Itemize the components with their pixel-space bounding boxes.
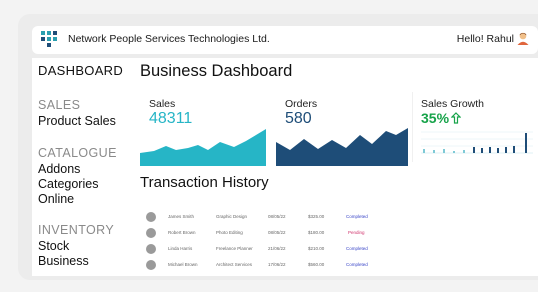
table-row[interactable]: Michael Brown Architect Services 17/06/2… xyxy=(146,258,382,274)
tx-amount: $180.00 xyxy=(308,230,325,235)
sidebar-title[interactable]: DASHBOARD xyxy=(38,63,123,78)
tx-status: Completed xyxy=(346,262,368,267)
table-row[interactable]: Linda Harris Freelance Planner 21/06/22 … xyxy=(146,242,382,258)
tx-amount: $210.00 xyxy=(308,246,325,251)
tx-status: Completed xyxy=(346,214,368,219)
sales-growth-label: Sales Growth xyxy=(421,98,485,110)
tx-amount: $560.00 xyxy=(308,262,325,267)
sidebar-item-stock[interactable]: Stock xyxy=(38,239,69,253)
tx-item: Graphic Design xyxy=(216,214,248,219)
user-greeting: Hello! Rahul xyxy=(456,33,514,45)
orders-kpi-label: Orders xyxy=(285,98,318,110)
tx-date: 17/06/22 xyxy=(268,262,286,267)
transaction-history-title: Transaction History xyxy=(140,174,269,191)
sidebar: DASHBOARD SALES Product Sales CATALOGUE … xyxy=(32,58,130,276)
tx-status: Completed xyxy=(346,246,368,251)
avatar xyxy=(146,228,156,238)
sales-growth-value: 35% xyxy=(421,110,450,126)
tx-item: Freelance Planner xyxy=(216,246,253,251)
tx-name: James Smith xyxy=(168,214,195,219)
sidebar-section-inventory: INVENTORY xyxy=(38,223,115,237)
sales-kpi-label: Sales xyxy=(149,98,176,110)
sales-growth-bar-chart xyxy=(421,131,533,154)
tx-date: 08/05/22 xyxy=(268,230,286,235)
tx-date: 21/06/22 xyxy=(268,246,286,251)
tx-name: Robert Brown xyxy=(168,230,196,235)
sales-area-chart xyxy=(140,129,266,166)
avatar xyxy=(146,212,156,222)
avatar xyxy=(146,244,156,254)
sidebar-item-business[interactable]: Business xyxy=(38,254,89,268)
tx-name: Michael Brown xyxy=(168,262,198,267)
tx-item: Photo Editing xyxy=(216,230,243,235)
avatar xyxy=(146,260,156,270)
tx-date: 08/05/22 xyxy=(268,214,286,219)
orders-area-chart xyxy=(276,128,408,166)
top-bar: Network People Services Technologies Ltd… xyxy=(32,26,538,54)
sidebar-item-product-sales[interactable]: Product Sales xyxy=(38,114,116,128)
page-title: Business Dashboard xyxy=(140,62,293,80)
sidebar-section-sales: SALES xyxy=(38,98,81,112)
user-avatar-icon[interactable] xyxy=(516,31,530,45)
sidebar-item-online[interactable]: Online xyxy=(38,192,74,206)
tx-status: Pending xyxy=(348,230,365,235)
tx-name: Linda Harris xyxy=(168,246,193,251)
sidebar-item-addons[interactable]: Addons xyxy=(38,162,80,176)
grid-logo-icon xyxy=(41,31,57,47)
company-name: Network People Services Technologies Ltd… xyxy=(68,33,270,45)
tx-amount: $325.00 xyxy=(308,214,325,219)
sidebar-section-catalogue: CATALOGUE xyxy=(38,146,117,160)
transaction-table: James Smith Graphic Design 08/05/22 $325… xyxy=(146,210,382,274)
table-row[interactable]: Robert Brown Photo Editing 08/05/22 $180… xyxy=(146,226,382,242)
sales-growth-card: Sales Growth 35% xyxy=(412,92,538,162)
arrow-up-icon xyxy=(451,112,461,124)
main-content: Business Dashboard Sales 48311 Orders 58… xyxy=(130,58,538,276)
sidebar-item-categories[interactable]: Categories xyxy=(38,177,98,191)
table-row[interactable]: James Smith Graphic Design 08/05/22 $325… xyxy=(146,210,382,226)
tx-item: Architect Services xyxy=(216,262,253,267)
